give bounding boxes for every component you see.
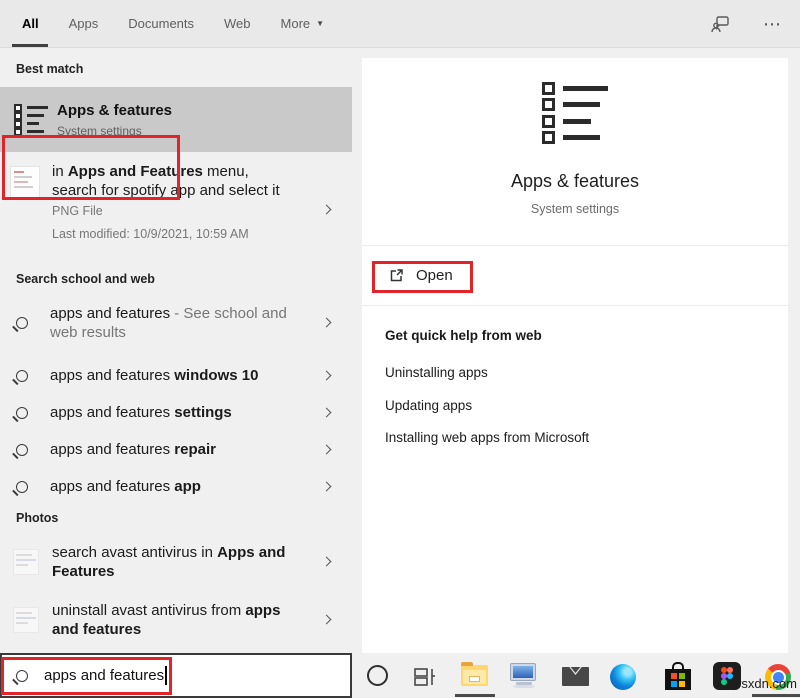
best-match-result[interactable]: Apps & features System settings (0, 87, 352, 152)
tab-all[interactable]: All (22, 0, 39, 47)
search-filter-bar: All Apps Documents Web More ▼ ⋯ (0, 0, 800, 48)
web-suggestion[interactable]: apps and features windows 10 (0, 357, 352, 394)
web-suggestion[interactable]: apps and features repair (0, 431, 352, 468)
photo-result[interactable]: search avast antivirus in Apps and Featu… (0, 533, 352, 591)
best-match-title: Apps & features (57, 102, 172, 119)
windows-search-flyout: All Apps Documents Web More ▼ ⋯ Best mat (0, 0, 800, 698)
help-link-installing[interactable]: Installing web apps from Microsoft (385, 430, 589, 445)
mail-icon[interactable] (562, 667, 589, 686)
section-search-web: Search school and web (16, 272, 155, 286)
open-button[interactable]: Open (388, 267, 453, 284)
chevron-right-icon[interactable] (322, 370, 332, 380)
help-link-updating[interactable]: Updating apps (385, 398, 472, 413)
search-icon (16, 317, 28, 329)
chevron-right-icon[interactable] (322, 557, 332, 567)
microsoft-store-icon[interactable] (665, 662, 691, 691)
file-result[interactable]: in Apps and Features menu,search for spo… (0, 162, 352, 258)
best-match-subtitle: System settings (57, 124, 172, 138)
task-view-icon[interactable] (413, 665, 438, 689)
tab-more-label: More (281, 16, 311, 31)
photo-thumbnail (13, 549, 39, 575)
web-suggestion[interactable]: apps and features app (0, 468, 352, 505)
search-icon (16, 407, 28, 419)
feedback-icon[interactable] (709, 13, 731, 35)
chevron-right-icon[interactable] (322, 205, 332, 215)
file-explorer-icon[interactable] (461, 665, 488, 686)
preview-title: Apps & features (362, 171, 788, 192)
cortana-icon[interactable] (367, 665, 388, 686)
search-results-panel: Best match Apps & features System settin… (0, 48, 352, 653)
preview-subtitle: System settings (362, 202, 788, 216)
search-icon (16, 444, 28, 456)
help-link-uninstalling[interactable]: Uninstalling apps (385, 365, 488, 380)
tab-more[interactable]: More ▼ (281, 0, 325, 47)
png-thumbnail (10, 166, 40, 198)
filter-tabs: All Apps Documents Web More ▼ (0, 0, 324, 47)
photo-result[interactable]: uninstall avast antivirus from apps and … (0, 591, 352, 649)
search-icon (16, 481, 28, 493)
search-input-value[interactable]: apps and features (44, 667, 164, 684)
file-modified: Last modified: 10/9/2021, 10:59 AM (52, 227, 308, 241)
text-cursor (165, 666, 167, 685)
watermark: wsxdn.com (732, 676, 797, 691)
section-photos: Photos (16, 511, 58, 525)
open-icon (388, 267, 405, 284)
chevron-right-icon[interactable] (322, 615, 332, 625)
chevron-right-icon[interactable] (322, 444, 332, 454)
tab-web[interactable]: Web (224, 0, 251, 47)
this-pc-icon[interactable] (510, 663, 538, 688)
apps-features-icon-large (542, 82, 608, 144)
web-suggestion[interactable]: apps and features - See school and web r… (0, 295, 352, 350)
more-options-icon[interactable]: ⋯ (763, 14, 782, 35)
taskbar-search-box[interactable]: apps and features (0, 653, 352, 698)
chevron-right-icon[interactable] (322, 317, 332, 327)
search-icon (16, 370, 28, 382)
edge-icon[interactable] (610, 664, 636, 690)
section-best-match: Best match (16, 62, 83, 76)
photo-thumbnail (13, 607, 39, 633)
chevron-down-icon: ▼ (316, 19, 324, 28)
chevron-right-icon[interactable] (322, 481, 332, 491)
search-icon (16, 670, 28, 682)
file-type: PNG File (52, 204, 308, 218)
apps-features-icon (14, 104, 48, 136)
chrome-active-indicator (752, 694, 800, 697)
open-label: Open (416, 267, 453, 284)
web-suggestion[interactable]: apps and features settings (0, 394, 352, 431)
file-result-title: in Apps and Features menu,search for spo… (52, 162, 308, 200)
help-section-header: Get quick help from web (385, 328, 542, 343)
tab-documents[interactable]: Documents (128, 0, 194, 47)
explorer-active-indicator (455, 694, 495, 697)
result-preview-pane: Apps & features System settings Open Get… (362, 58, 788, 653)
tab-apps[interactable]: Apps (69, 0, 99, 47)
chevron-right-icon[interactable] (322, 407, 332, 417)
